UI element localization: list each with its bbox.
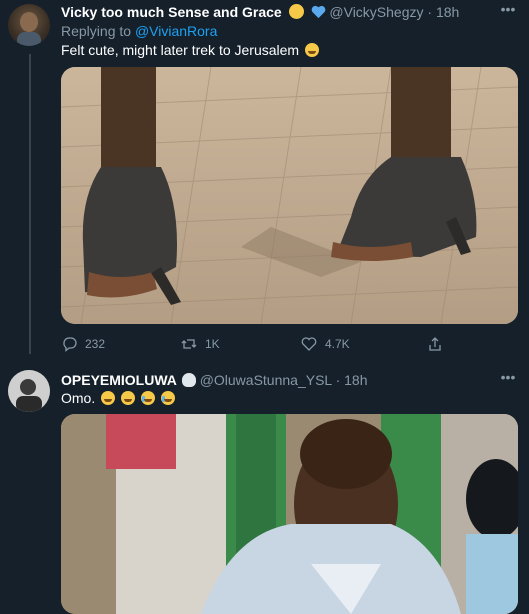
- laughing-emoji-icon: [121, 391, 136, 405]
- tweet-image[interactable]: [61, 67, 518, 324]
- share-button[interactable]: [427, 334, 443, 354]
- tweet-header: OPEYEMIOLUWA @OluwaStunna_YSL · 18h: [61, 372, 368, 388]
- blue-heart-icon: [311, 5, 325, 19]
- skull-emoji-icon: [181, 373, 196, 387]
- tweet-text-content: Felt cute, might later trek to Jerusalem: [61, 42, 300, 58]
- laughing-emoji-icon: [304, 43, 319, 57]
- avatar[interactable]: [8, 4, 50, 46]
- avatar[interactable]: [8, 370, 50, 412]
- tweet-text: Felt cute, might later trek to Jerusalem: [61, 42, 319, 58]
- laughing-emoji-icon: [101, 391, 116, 405]
- replying-prefix: Replying to: [61, 23, 132, 39]
- more-icon[interactable]: •••: [499, 2, 517, 22]
- display-name[interactable]: OPEYEMIOLUWA: [61, 372, 177, 388]
- retweet-button[interactable]: 1K: [181, 334, 220, 354]
- tweet-1[interactable]: Vicky too much Sense and Grace @VickyShe…: [0, 0, 529, 362]
- user-handle[interactable]: @OluwaStunna_YSL: [200, 372, 332, 388]
- user-handle[interactable]: @VickyShegzy: [329, 4, 423, 20]
- replying-to-link[interactable]: @VivianRora: [135, 23, 217, 39]
- tweet-text: Omo.: [61, 390, 175, 406]
- like-button[interactable]: 4.7K: [301, 334, 350, 354]
- display-name[interactable]: Vicky too much Sense and Grace: [61, 4, 282, 20]
- crying-emoji-icon: [160, 391, 175, 405]
- reply-icon: [63, 337, 77, 352]
- replying-to: Replying to @VivianRora: [61, 23, 217, 39]
- share-icon: [429, 337, 441, 351]
- retweet-icon: [181, 339, 197, 349]
- timestamp[interactable]: · 18h: [427, 4, 459, 20]
- like-count: 4.7K: [325, 337, 350, 351]
- heart-icon: [301, 337, 317, 351]
- tweet-header: Vicky too much Sense and Grace @VickyShe…: [61, 4, 459, 20]
- crying-emoji-icon: [140, 391, 155, 405]
- reply-count: 232: [85, 337, 106, 351]
- retweet-count: 1K: [205, 337, 220, 351]
- emoji-face-icon: [288, 4, 304, 19]
- tweet-actions: 232 1K 4.7K: [61, 334, 461, 354]
- reply-button[interactable]: 232: [61, 334, 105, 354]
- thread-line: [29, 54, 31, 354]
- tweet-text-content: Omo.: [61, 390, 96, 406]
- more-icon[interactable]: •••: [499, 370, 517, 390]
- timestamp[interactable]: · 18h: [336, 372, 368, 388]
- tweet-image[interactable]: [61, 414, 518, 614]
